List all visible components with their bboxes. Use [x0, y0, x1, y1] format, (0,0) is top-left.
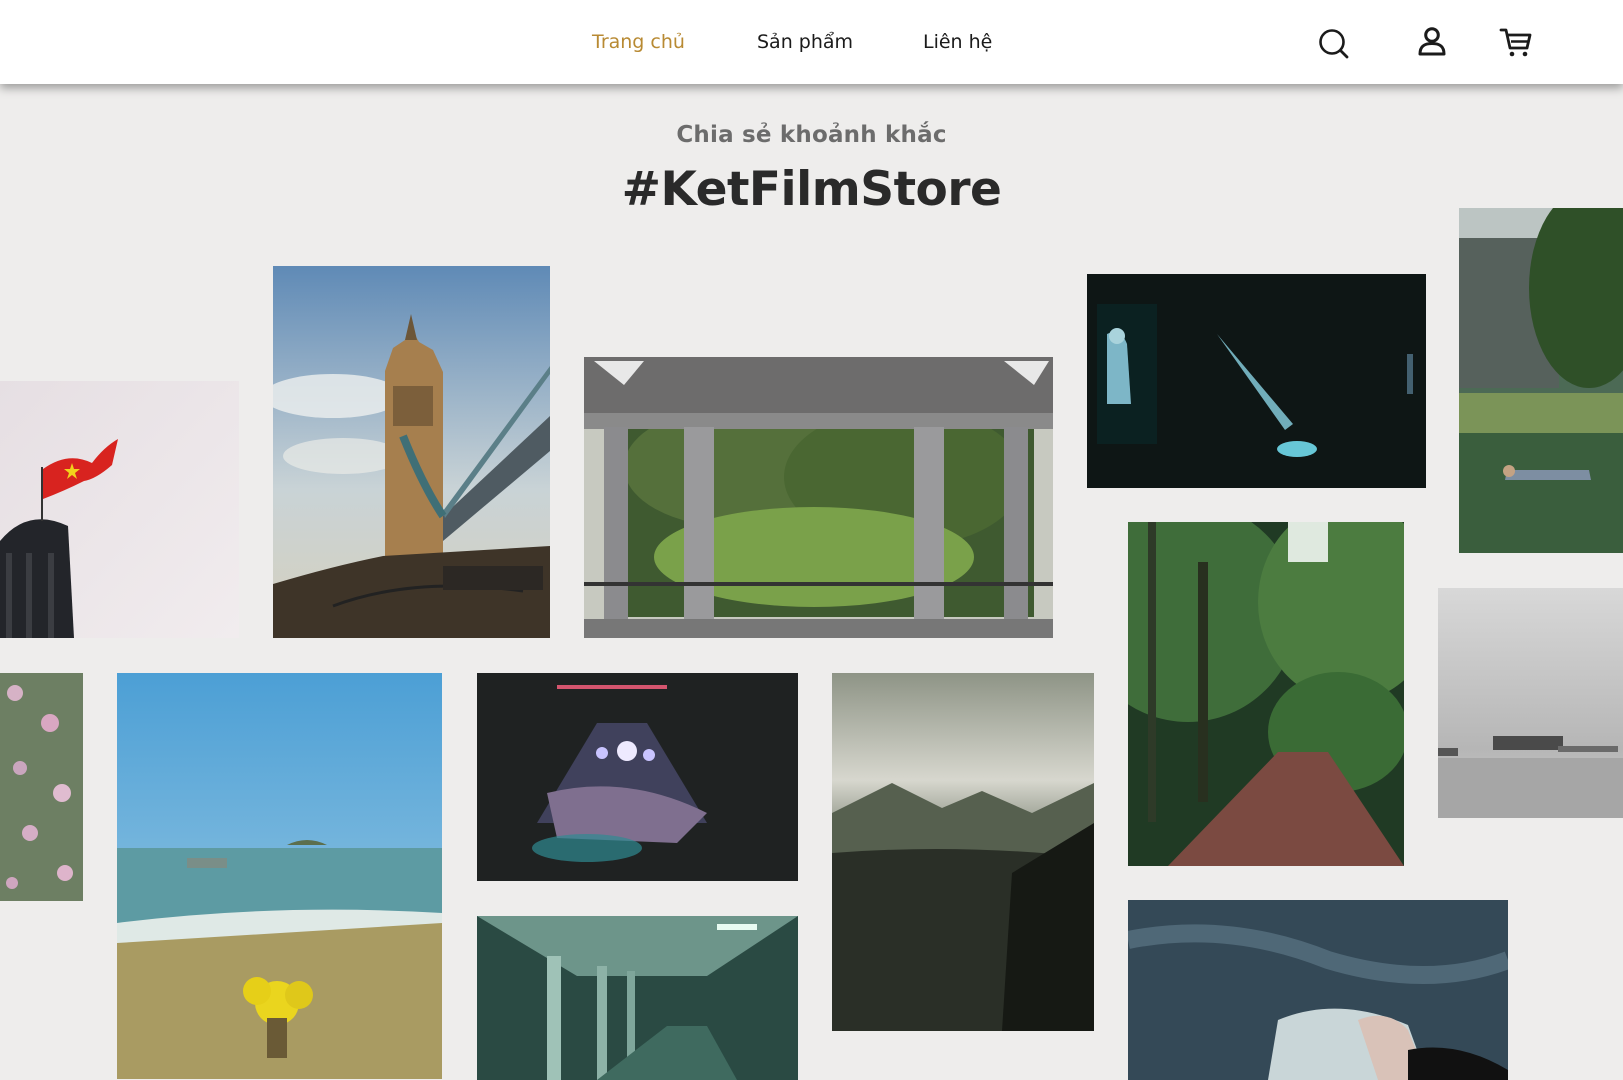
- gallery-photo-forest-path[interactable]: [1128, 522, 1404, 866]
- site-header: Trang chủ Sản phẩm Liên hệ: [0, 0, 1623, 84]
- nav-item-products[interactable]: Sản phẩm: [757, 31, 853, 53]
- section-hashtag-title: #KetFilmStore: [621, 162, 1002, 217]
- gallery-photo-water-legs[interactable]: [1128, 900, 1508, 1080]
- user-icon[interactable]: [1412, 22, 1452, 62]
- gallery-photo-park-lawn[interactable]: [1459, 208, 1623, 553]
- gallery-photo-concert-spotlight[interactable]: [1087, 274, 1426, 488]
- nav-item-contact[interactable]: Liên hệ: [923, 31, 992, 53]
- gallery-photo-beach-flowers[interactable]: [117, 673, 442, 1079]
- gallery-photo-concert-stage[interactable]: [477, 673, 798, 881]
- search-icon[interactable]: [1314, 24, 1354, 64]
- gallery-photo-tower-bridge[interactable]: [273, 266, 550, 638]
- nav-item-home[interactable]: Trang chủ: [592, 31, 685, 53]
- gallery-photo-river-boat[interactable]: [1438, 588, 1623, 818]
- cart-icon[interactable]: [1496, 22, 1536, 62]
- gallery-photo-wildflowers[interactable]: [0, 673, 83, 901]
- gallery-photo-mountain-valley[interactable]: [832, 673, 1094, 1031]
- section-subtitle: Chia sẻ khoảnh khắc: [676, 122, 947, 148]
- gallery-photo-tunnel[interactable]: [477, 916, 798, 1080]
- gallery-photo-colonnade[interactable]: [584, 357, 1053, 638]
- gallery-photo-flag-tower[interactable]: [0, 381, 239, 638]
